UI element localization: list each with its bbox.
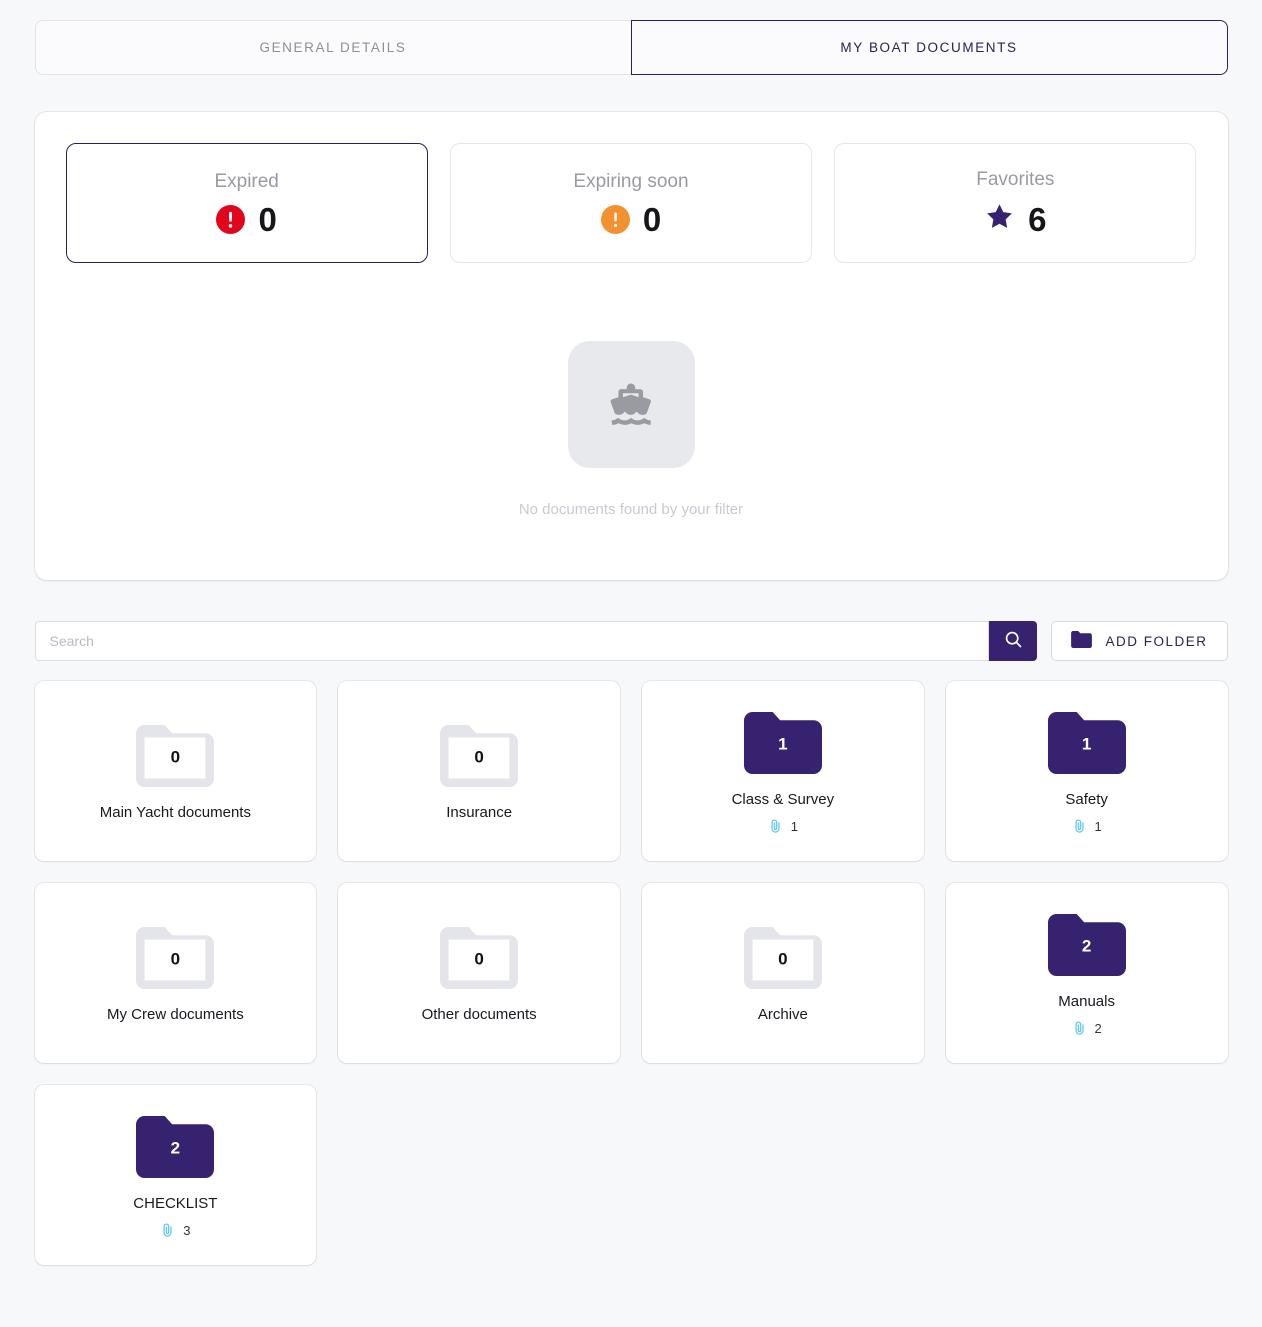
stat-expiring-soon-value: 0: [642, 200, 662, 238]
folder-card[interactable]: 0 Other documents: [338, 883, 620, 1063]
add-folder-label: ADD FOLDER: [1105, 633, 1208, 649]
folder-card[interactable]: 2 Manuals 2: [945, 883, 1228, 1063]
folder-name: My Crew documents: [107, 1005, 244, 1023]
stat-expired-value: 0: [258, 200, 277, 238]
folder-name: Class & Survey: [731, 791, 835, 808]
attachment-count: 3: [183, 1222, 191, 1238]
attachment-count: 1: [1094, 818, 1102, 834]
folder-name: Archive: [757, 1005, 808, 1023]
attachment-count-row: 1: [768, 818, 798, 834]
folder-count: 0: [778, 949, 788, 969]
documents-page: GENERAL DETAILS MY BOAT DOCUMENTS Expire…: [0, 0, 1262, 1327]
folder-outline-icon: 0: [136, 724, 215, 787]
folder-card[interactable]: 2 CHECKLIST 3: [34, 1085, 317, 1265]
folder-icon: [1071, 631, 1093, 651]
boat-icon: [567, 341, 695, 468]
folder-outline-icon: 0: [440, 724, 519, 787]
stat-expired-label: Expired: [214, 170, 279, 192]
stat-expiring-soon-label: Expiring soon: [573, 170, 689, 192]
tab-my-boat-documents-label: MY BOAT DOCUMENTS: [840, 40, 1018, 55]
stat-card-favorites[interactable]: Favorites 6: [834, 143, 1197, 263]
folder-card[interactable]: 1 Safety 1: [945, 681, 1228, 861]
folder-card[interactable]: 0 Main Yacht documents: [34, 681, 317, 861]
empty-state-caption: No documents found by your filter: [518, 501, 744, 518]
paperclip-icon: [768, 818, 783, 834]
stats-row: Expired 0 Expiring soon 0 Favorites 6: [65, 143, 1197, 263]
folder-count: 2: [170, 1138, 181, 1158]
folder-name: Insurance: [446, 803, 513, 821]
stat-card-expiring-soon[interactable]: Expiring soon 0: [449, 143, 813, 263]
attachment-count: 1: [790, 818, 798, 834]
folder-card[interactable]: 0 Archive: [642, 883, 924, 1063]
folder-name: Main Yacht documents: [99, 803, 251, 821]
stat-favorites-value-row: 6: [984, 200, 1047, 238]
tab-my-boat-documents[interactable]: MY BOAT DOCUMENTS: [630, 20, 1228, 75]
attachment-count-row: 1: [1072, 818, 1102, 834]
folder-count: 0: [474, 949, 484, 969]
folder-outline-icon: 0: [743, 926, 822, 989]
tab-general-details-label: GENERAL DETAILS: [259, 40, 407, 55]
folder-count: 2: [1081, 936, 1092, 956]
folder-count: 1: [778, 734, 788, 754]
search-icon: [1003, 629, 1024, 653]
folder-count: 0: [170, 747, 181, 767]
folder-grid: 0 Main Yacht documents 0 Insurance 1 Class & …: [34, 681, 1228, 1265]
star-icon: [984, 201, 1015, 237]
folder-count: 0: [170, 949, 181, 969]
folder-count: 0: [474, 747, 484, 767]
exclamation-circle-icon: [216, 204, 246, 234]
folder-outline-icon: 0: [136, 926, 215, 989]
attachment-count: 2: [1094, 1020, 1102, 1036]
search-row: ADD FOLDER: [34, 621, 1228, 661]
add-folder-button[interactable]: ADD FOLDER: [1051, 621, 1228, 661]
stat-favorites-label: Favorites: [976, 169, 1055, 190]
folder-outline-icon: 0: [440, 926, 519, 989]
attachment-count-row: 3: [160, 1222, 190, 1238]
folder-name: Other documents: [421, 1005, 537, 1023]
folder-name: Manuals: [1058, 993, 1115, 1010]
folder-card[interactable]: 0 My Crew documents: [34, 883, 317, 1063]
stat-expiring-soon-value-row: 0: [600, 200, 662, 238]
stat-card-expired[interactable]: Expired 0: [65, 143, 428, 263]
folder-count: 1: [1081, 734, 1092, 754]
exclamation-circle-icon: [600, 204, 630, 234]
tab-general-details[interactable]: GENERAL DETAILS: [34, 20, 632, 75]
folder-card[interactable]: 0 Insurance: [338, 681, 620, 861]
search-button[interactable]: [989, 621, 1038, 661]
empty-state: No documents found by your filter: [66, 263, 1197, 540]
paperclip-icon: [1072, 818, 1087, 834]
attachment-count-row: 2: [1072, 1020, 1102, 1036]
documents-panel: Expired 0 Expiring soon 0 Favorites 6 No…: [34, 112, 1228, 580]
folder-filled-icon: 2: [136, 1116, 215, 1178]
search-input[interactable]: [34, 621, 990, 661]
folder-filled-icon: 1: [743, 712, 822, 774]
paperclip-icon: [160, 1222, 175, 1238]
folder-filled-icon: 2: [1047, 914, 1126, 976]
tab-bar: GENERAL DETAILS MY BOAT DOCUMENTS: [34, 20, 1228, 75]
stat-favorites-value: 6: [1028, 200, 1047, 238]
stat-expired-value-row: 0: [216, 200, 277, 238]
paperclip-icon: [1072, 1020, 1087, 1036]
folder-card[interactable]: 1 Class & Survey 1: [642, 681, 924, 861]
folder-name: Safety: [1065, 791, 1108, 808]
folder-filled-icon: 1: [1047, 712, 1126, 774]
folder-name: CHECKLIST: [133, 1195, 218, 1212]
